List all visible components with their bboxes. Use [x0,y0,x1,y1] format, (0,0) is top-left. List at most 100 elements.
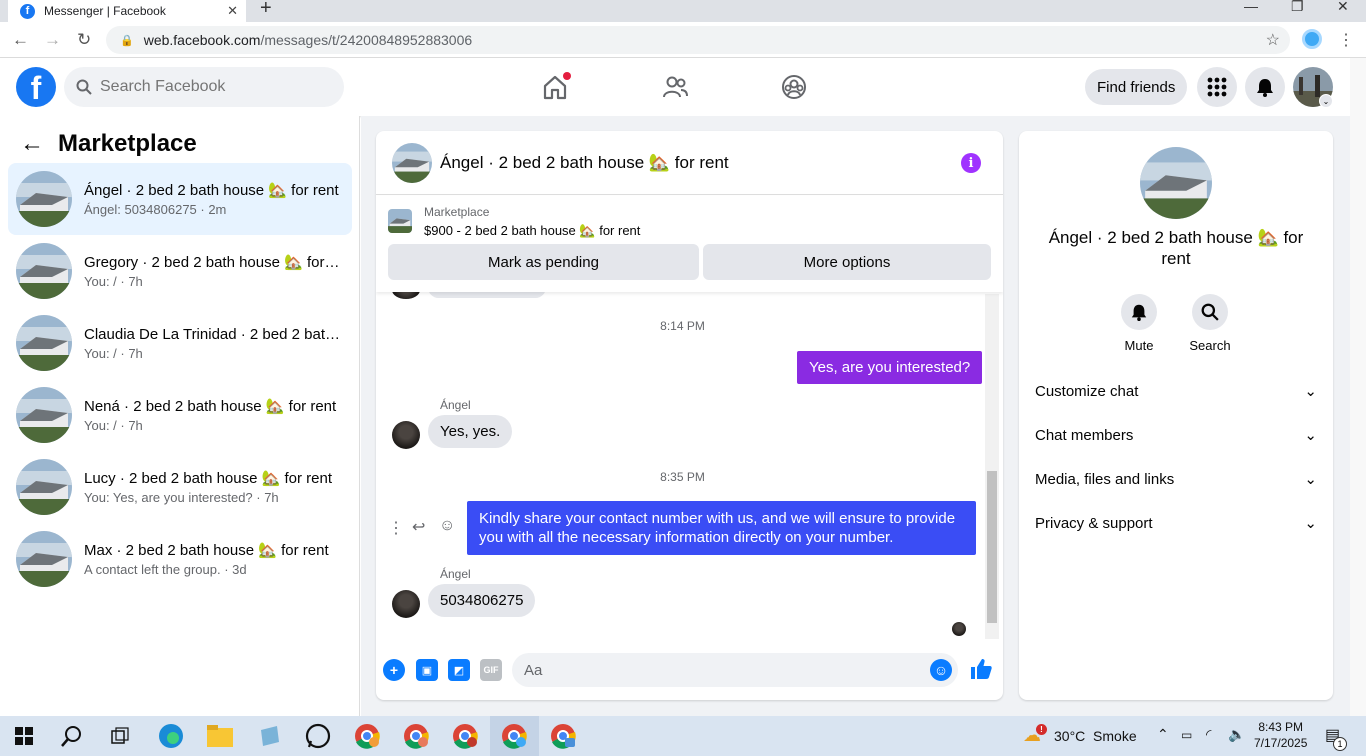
customize-chat-row[interactable]: Customize chat ⌄ [1035,371,1317,411]
conversation-name: Max · 2 bed 2 bath house 🏡 for rent [84,542,329,559]
conversation-item[interactable]: Max · 2 bed 2 bath house 🏡 for rent A con… [8,523,352,595]
mute-button[interactable]: Mute [1109,294,1169,353]
photo-icon[interactable]: ▣ [416,659,438,681]
browser-menu-icon[interactable]: ⋮ [1338,30,1354,50]
conversation-item[interactable]: Lucy · 2 bed 2 bath house 🏡 for rent You:… [8,451,352,523]
back-icon[interactable]: ← [12,30,29,50]
chat-title[interactable]: Ángel · 2 bed 2 bath house 🏡 for rent [440,153,729,173]
forward-icon[interactable]: → [44,30,61,50]
house-thumbnail [16,459,72,515]
find-friends-button[interactable]: Find friends [1085,69,1188,105]
file-explorer-icon[interactable] [206,722,234,750]
wifi-icon[interactable]: ◜ [1206,726,1211,743]
windows-taskbar: ☁ ! 30°C Smoke ⌃ ▭ ◜ 🔈 8:43 PM 7/17/2025… [0,716,1366,756]
task-view-icon[interactable] [106,722,134,750]
chrome-profile-2-icon[interactable] [402,722,430,750]
weather-text[interactable]: 30°C Smoke [1054,728,1137,744]
outgoing-message[interactable]: Kindly share your contact number with us… [467,501,976,555]
thumbs-up-icon[interactable] [969,657,993,681]
gif-icon[interactable]: GIF [480,659,502,681]
show-hidden-icons-icon[interactable]: ⌃ [1157,726,1169,743]
close-tab-icon[interactable]: ✕ [227,3,238,19]
reload-icon[interactable]: ↻ [77,30,91,50]
mute-label: Mute [1124,338,1154,353]
page-scrollbar[interactable] [1350,58,1366,716]
url-bar[interactable]: 🔒 web.facebook.com/messages/t/2420084895… [106,26,1290,54]
account-chevron-icon[interactable]: ⌄ [1319,94,1333,108]
marketplace-heading: Marketplace [58,130,197,157]
more-options-button[interactable]: More options [703,244,991,280]
friends-icon[interactable] [661,73,689,101]
conversation-item[interactable]: Claudia De La Trinidad · 2 bed 2 bath ho… [8,307,352,379]
windows-start-icon[interactable] [10,722,38,750]
conversation-item[interactable]: Nená · 2 bed 2 bath house 🏡 for rent You:… [8,379,352,451]
whatsapp-icon[interactable] [304,722,332,750]
house-thumbnail [16,387,72,443]
add-attachment-icon[interactable]: + [383,659,405,681]
conversation-preview: You: Yes, are you interested? · 7h [84,490,279,505]
search-label: Search [1189,338,1231,353]
back-arrow-icon[interactable]: ← [20,130,44,158]
menu-grid-icon[interactable] [1197,67,1237,107]
system-clock[interactable]: 8:43 PM 7/17/2025 [1254,719,1307,751]
sticker-icon[interactable]: ◩ [448,659,470,681]
more-actions-icon[interactable]: ⋮ [388,518,404,538]
battery-icon[interactable]: ▭ [1181,728,1192,742]
chat-members-row[interactable]: Chat members ⌄ [1035,415,1317,455]
sender-avatar[interactable] [392,421,420,449]
privacy-support-row[interactable]: Privacy & support ⌄ [1035,503,1317,543]
edge-browser-icon[interactable] [157,722,185,750]
message-input[interactable]: Aa [512,653,958,687]
restore-icon[interactable]: ❐ [1291,0,1304,15]
chrome-profile-1-icon[interactable] [353,722,381,750]
conversation-item[interactable]: Ángel · 2 bed 2 bath house 🏡 for rent Áng… [8,163,352,235]
incoming-message[interactable]: 5034806275 [428,584,536,617]
chevron-down-icon: ⌄ [1304,383,1317,400]
search-input[interactable] [100,78,320,96]
notifications-bell-icon[interactable] [1245,67,1285,107]
bookmark-star-icon[interactable]: ☆ [1266,30,1280,50]
minimize-icon[interactable]: — [1244,0,1258,14]
info-icon[interactable]: i [961,153,981,173]
facebook-logo-icon[interactable]: f [16,67,56,107]
url-path: /messages/t/24200848952883006 [260,32,473,48]
search-icon[interactable] [58,722,86,750]
listing-title[interactable]: $900 - 2 bed 2 bath house 🏡 for rent [424,223,640,239]
media-files-links-row[interactable]: Media, files and links ⌄ [1035,459,1317,499]
incoming-message[interactable]: Yes, yes. [428,415,513,448]
notepad-icon[interactable] [255,722,283,750]
house-thumbnail [16,315,72,371]
emoji-icon[interactable]: ☺ [930,659,952,681]
chevron-down-icon: ⌄ [1304,471,1317,488]
outgoing-message[interactable]: Yes, are you interested? [797,351,983,384]
groups-icon[interactable] [780,73,808,101]
volume-icon[interactable]: 🔈 [1228,726,1245,743]
search-box[interactable] [64,67,344,107]
listing-thumbnail[interactable] [388,209,412,233]
chrome-profile-4-icon[interactable] [500,722,528,750]
search-conversation-button[interactable]: Search [1180,294,1240,353]
browser-tab[interactable]: f Messenger | Facebook ✕ [8,0,246,22]
extension-icon[interactable] [1302,29,1322,49]
notification-count-badge: 1 [1333,737,1347,751]
react-smiley-icon[interactable]: ☺ [439,517,455,535]
close-window-icon[interactable]: ✕ [1337,0,1349,15]
tab-title: Messenger | Facebook [44,4,166,18]
house-thumbnail [16,531,72,587]
new-tab-icon[interactable]: + [260,0,272,20]
chrome-profile-3-icon[interactable] [451,722,479,750]
details-avatar[interactable] [1140,147,1212,219]
chevron-down-icon: ⌄ [1304,427,1317,444]
chat-avatar[interactable] [392,143,432,183]
reply-icon[interactable]: ↩ [412,517,425,537]
sender-name: Ángel [440,567,471,581]
details-name: Ángel · 2 bed 2 bath house 🏡 for rent [1048,228,1304,268]
timestamp: 8:14 PM [660,319,705,333]
search-icon [1192,294,1228,330]
marketplace-label: Marketplace [424,205,490,219]
mark-as-pending-button[interactable]: Mark as pending [388,244,699,280]
sender-avatar[interactable] [392,590,420,618]
chrome-profile-5-icon[interactable] [549,722,577,750]
conversation-item[interactable]: Gregory · 2 bed 2 bath house 🏡 for rent Y… [8,235,352,307]
chat-scrollbar-thumb[interactable] [987,471,997,623]
